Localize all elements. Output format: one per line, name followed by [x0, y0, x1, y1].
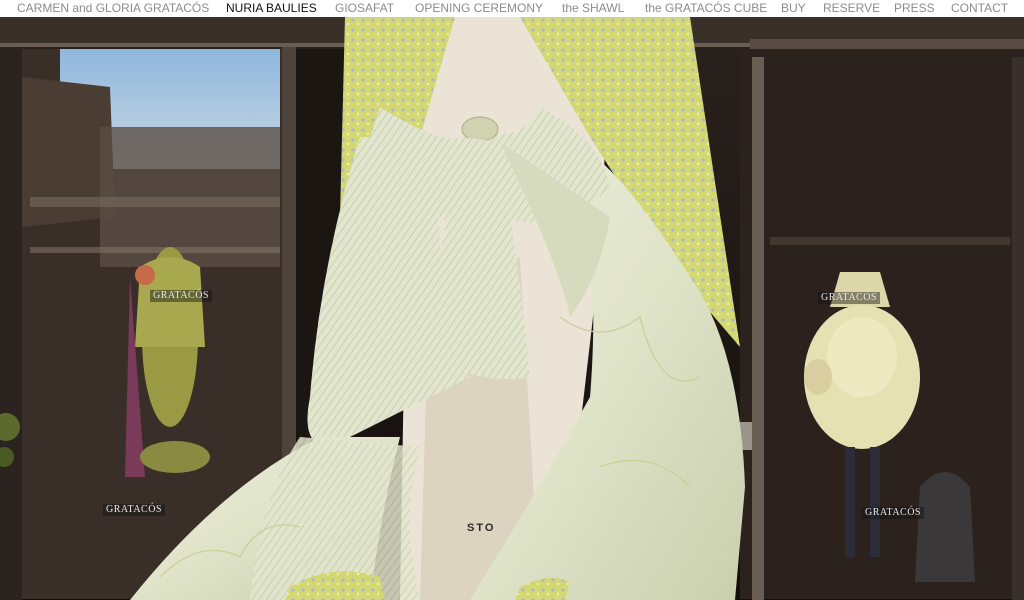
- nav-press[interactable]: PRESS: [894, 1, 935, 16]
- nav-gratacos-cube[interactable]: the GRATACÓS CUBE: [645, 1, 767, 16]
- window-sign-left-bottom: GRATACÓS: [103, 504, 165, 516]
- window-sign-right-bottom: GRATACÓS: [862, 507, 924, 519]
- nav-reserve[interactable]: RESERVE: [823, 1, 880, 16]
- window-sign-left-top: GRATACÓS: [150, 290, 212, 302]
- nav-giosafat[interactable]: GIOSAFAT: [335, 1, 394, 16]
- nav-buy[interactable]: BUY: [781, 1, 806, 16]
- hero-photo: GRATACÓS GRATACÓS GRATACÓS GRATACÓS STO: [0, 17, 1024, 600]
- nav-opening-ceremony[interactable]: OPENING CEREMONY: [415, 1, 543, 16]
- top-navigation: CARMEN and GLORIA GRATACÓS NURIA BAULIES…: [0, 0, 1024, 17]
- mannequin-stamp: STO: [467, 522, 496, 534]
- nav-nuria-baulies[interactable]: NURIA BAULIES: [226, 1, 317, 16]
- nav-contact[interactable]: CONTACT: [951, 1, 1008, 16]
- nav-the-shawl[interactable]: the SHAWL: [562, 1, 624, 16]
- nav-carmen-gloria-gratacos[interactable]: CARMEN and GLORIA GRATACÓS: [17, 1, 209, 16]
- window-sign-right-top: GRATACÓS: [818, 292, 880, 304]
